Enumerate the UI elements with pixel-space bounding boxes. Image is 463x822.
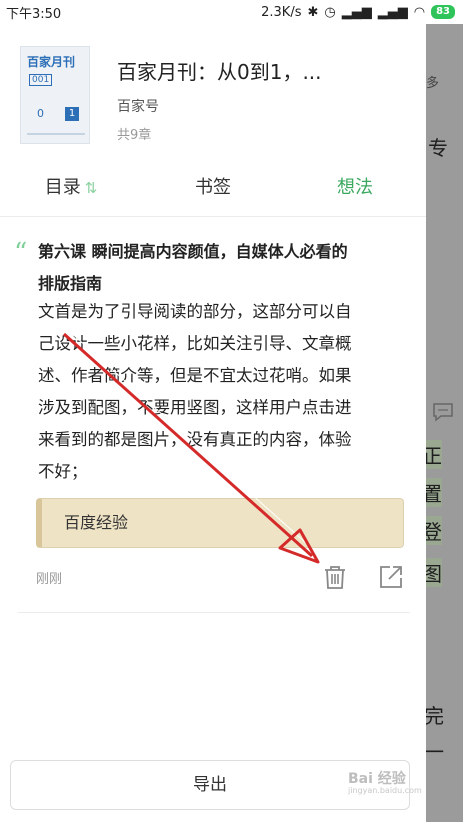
tab-label: 书签: [195, 177, 231, 198]
tab-label: 想法: [337, 177, 373, 198]
note-item[interactable]: “ 第六课 瞬间提高内容颜值，自媒体人必看的 排版指南 文首是为了引导阅读的部分…: [14, 236, 410, 596]
share-icon[interactable]: [378, 564, 404, 590]
watermark-url: jingyan.baidu.com: [348, 786, 422, 795]
signal-icon: ▂▄▆: [341, 4, 372, 20]
note-line: 述、作者简介等，但是不宜太过花哨。如果: [38, 366, 352, 385]
watermark: Bai 经验 jingyan.baidu.com: [348, 768, 422, 795]
background-text: 完: [424, 704, 444, 728]
divider: [0, 216, 426, 217]
tab-contents[interactable]: 目录 ⇅: [0, 168, 142, 208]
note-line: 不好；: [38, 462, 88, 481]
net-speed: 2.3K/s: [261, 4, 302, 20]
status-time: 下午3:50: [6, 6, 62, 22]
tab-label: 目录: [44, 177, 81, 198]
trash-icon[interactable]: [322, 564, 348, 590]
background-text: 专: [428, 136, 448, 160]
note-excerpt: 文首是为了引导阅读的部分，这部分可以自 己设计一些小花样，比如关注引导、文章概 …: [38, 296, 410, 488]
background-text: 一: [424, 740, 444, 764]
note-line: 文首是为了引导阅读的部分，这部分可以自: [38, 302, 352, 321]
quote-icon: “: [14, 238, 28, 268]
chapter-count: 共9章: [117, 128, 152, 143]
alarm-icon: ◷: [324, 4, 336, 20]
battery-icon: 83: [431, 5, 455, 19]
comment-icon[interactable]: [432, 402, 454, 422]
tab-bookmarks[interactable]: 书签: [142, 168, 284, 208]
bluetooth-icon: ✱: [307, 4, 319, 20]
note-footer: 刚刚: [18, 556, 410, 596]
watermark-text: Bai 经验: [348, 771, 406, 787]
book-title: 百家月刊：从0到1，...: [117, 60, 322, 84]
book-author: 百家号: [117, 99, 159, 115]
status-bar: 下午3:50 2.3K/s ✱ ◷ ▂▄▆ ▂▄▆ ◠ 83: [0, 0, 463, 24]
note-title-line: 第六课 瞬间提高内容颜值，自媒体人必看的: [38, 242, 348, 261]
note-time: 刚刚: [36, 572, 63, 587]
book-cover[interactable]: 百家月刊 001 0 1: [20, 46, 90, 144]
cover-digit: 1: [65, 107, 79, 121]
cover-line: [27, 133, 85, 135]
cover-issue: 001: [29, 74, 53, 86]
note-line: 己设计一些小花样，比如关注引导、文章概: [38, 334, 352, 353]
tab-notes[interactable]: 想法: [284, 168, 426, 208]
note-thought-box[interactable]: 百度经验: [36, 498, 404, 548]
tab-bar: 目录 ⇅ 书签 想法: [0, 168, 426, 208]
note-chapter-title: 第六课 瞬间提高内容颜值，自媒体人必看的 排版指南: [38, 236, 410, 300]
book-header: 百家月刊 001 0 1 百家月刊：从0到1，... 百家号 共9章: [0, 34, 426, 154]
wifi-icon: ◠: [413, 4, 426, 20]
note-line: 涉及到配图，不要用竖图，这样用户点击进: [38, 398, 352, 417]
cover-digit: 0: [37, 107, 44, 120]
divider: [18, 612, 410, 613]
note-line: 来看到的都是图片，没有真正的内容，体验: [38, 430, 352, 449]
background-text: 多: [426, 76, 440, 91]
cover-title: 百家月刊: [27, 55, 76, 69]
signal-icon: ▂▄▆: [377, 4, 408, 20]
sort-icon[interactable]: ⇅: [85, 179, 98, 197]
